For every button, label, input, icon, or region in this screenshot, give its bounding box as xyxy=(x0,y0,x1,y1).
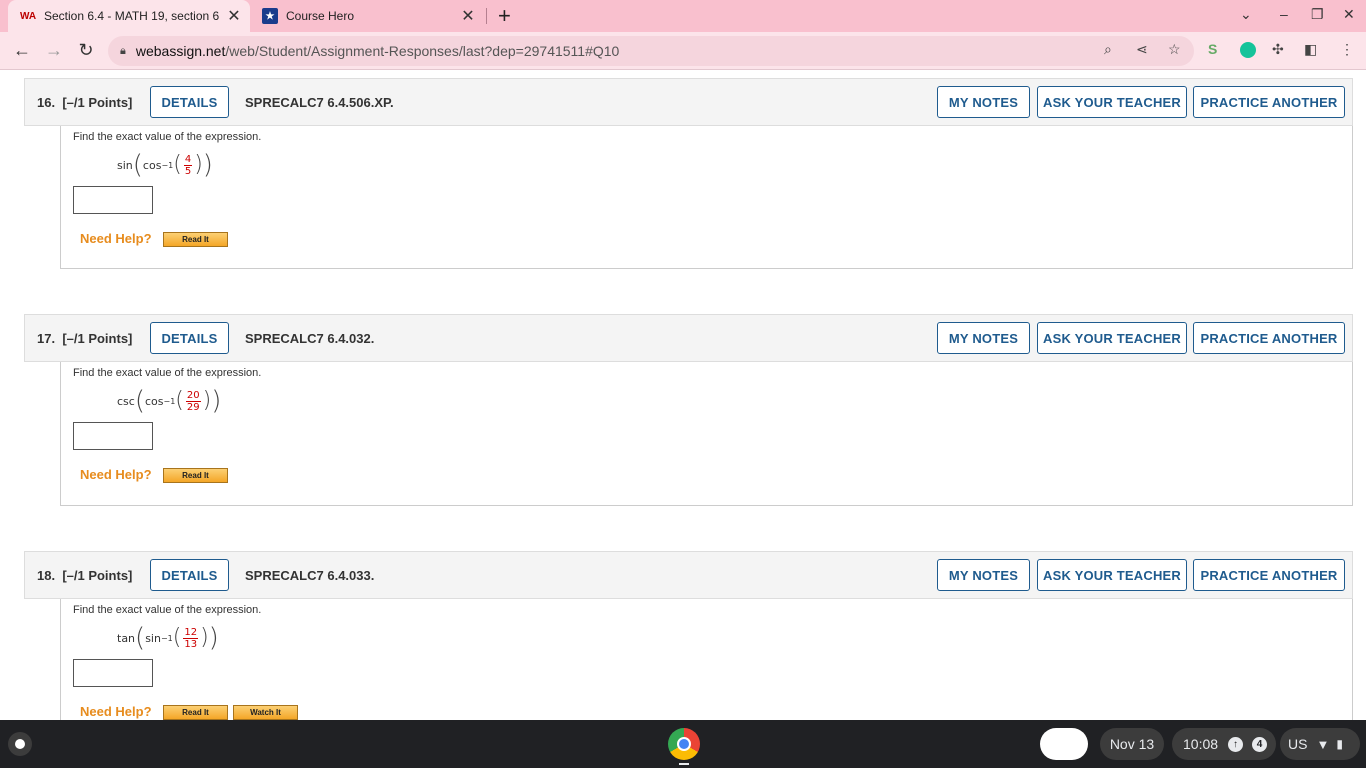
math-expression: tan(sin −1(12 13)) xyxy=(117,623,219,653)
question-body: Find the exact value of the expression. … xyxy=(60,362,1353,506)
tab-title: Section 6.4 - MATH 19, section 6 xyxy=(44,9,220,23)
inverse-exponent: −1 xyxy=(163,396,176,406)
question-code: SPRECALC7 6.4.032. xyxy=(245,331,375,346)
question-header: 16. [–/1 Points] DETAILS SPRECALC7 6.4.5… xyxy=(24,78,1353,126)
inner-function: sin xyxy=(145,631,161,645)
outer-function: sin xyxy=(117,158,133,172)
tab-title: Course Hero xyxy=(286,9,355,23)
question-prompt: Find the exact value of the expression. xyxy=(73,367,262,379)
ask-your-teacher-button[interactable]: ASK YOUR TEACHER xyxy=(1037,559,1187,591)
phone-hub-icon[interactable] xyxy=(1040,728,1088,760)
extension-s-icon[interactable]: S xyxy=(1208,41,1217,57)
details-button[interactable]: DETAILS xyxy=(150,559,229,591)
close-window-icon[interactable]: ✕ xyxy=(1343,6,1355,23)
inner-function: cos xyxy=(142,158,162,172)
outer-function: tan xyxy=(117,631,136,645)
course-hero-favicon-icon: ★ xyxy=(262,8,278,24)
address-bar[interactable]: 🔒︎ webassign.net/web/Student/Assignment-… xyxy=(108,36,1194,66)
question-header: 17. [–/1 Points] DETAILS SPRECALC7 6.4.0… xyxy=(24,314,1353,362)
tab-divider xyxy=(486,8,487,24)
inverse-exponent: −1 xyxy=(160,633,173,643)
forward-icon[interactable]: → xyxy=(42,40,66,61)
tab-search-icon[interactable]: ⌄ xyxy=(1240,6,1252,23)
question-body: Find the exact value of the expression. … xyxy=(60,599,1353,720)
fraction: 12 13 xyxy=(183,626,199,650)
question-code: SPRECALC7 6.4.033. xyxy=(245,568,375,583)
my-notes-button[interactable]: MY NOTES xyxy=(937,322,1030,354)
outer-function: csc xyxy=(117,394,135,408)
update-icon: ↑ xyxy=(1228,736,1244,752)
battery-icon: ▮ xyxy=(1336,737,1343,751)
minimize-icon[interactable]: – xyxy=(1280,6,1288,22)
input-method: US xyxy=(1288,736,1308,752)
reload-icon[interactable]: ↻ xyxy=(74,40,98,61)
share-icon[interactable]: ⋖ xyxy=(1136,41,1148,58)
browser-toolbar: ← → ↻ 🔒︎ webassign.net/web/Student/Assig… xyxy=(0,32,1366,70)
need-help-label: Need Help? xyxy=(80,704,152,719)
bookmark-star-icon[interactable]: ☆ xyxy=(1168,41,1181,58)
assignment-page: 16. [–/1 Points] DETAILS SPRECALC7 6.4.5… xyxy=(0,71,1366,720)
system-tray[interactable]: US ▼ ▮ xyxy=(1280,728,1360,760)
close-tab-icon[interactable]: ✕ xyxy=(458,6,478,26)
details-button[interactable]: DETAILS xyxy=(150,86,229,118)
os-shelf: Nov 13 10:08 ↑ 4 US ▼ ▮ xyxy=(0,720,1366,768)
url-host: webassign.net xyxy=(135,43,226,59)
my-notes-button[interactable]: MY NOTES xyxy=(937,86,1030,118)
answer-input[interactable] xyxy=(73,659,153,687)
fraction: 20 29 xyxy=(185,389,201,413)
ask-your-teacher-button[interactable]: ASK YOUR TEACHER xyxy=(1037,86,1187,118)
zoom-icon[interactable]: ⌕ xyxy=(1104,41,1112,58)
read-it-button[interactable]: Read It xyxy=(163,705,228,720)
inner-function: cos xyxy=(144,394,164,408)
url-path: /web/Student/Assignment-Responses/last?d… xyxy=(225,43,620,59)
lock-icon: 🔒︎ xyxy=(120,44,126,57)
question-number: 16. [–/1 Points] xyxy=(37,95,133,110)
tab-course-hero[interactable]: ★ Course Hero ✕ xyxy=(250,0,484,32)
read-it-button[interactable]: Read It xyxy=(163,232,228,247)
question-header: 18. [–/1 Points] DETAILS SPRECALC7 6.4.0… xyxy=(24,551,1353,599)
fraction: 45 xyxy=(183,153,193,177)
app-running-indicator xyxy=(679,763,689,765)
wifi-icon: ▼ xyxy=(1316,736,1330,752)
watch-it-button[interactable]: Watch It xyxy=(233,705,298,720)
question-body: Find the exact value of the expression. … xyxy=(60,126,1353,269)
restore-icon[interactable]: ❐ xyxy=(1311,6,1324,23)
grammarly-icon[interactable] xyxy=(1240,42,1256,58)
question-prompt: Find the exact value of the expression. xyxy=(73,604,262,616)
menu-kebab-icon[interactable]: ⋮ xyxy=(1340,41,1354,58)
practice-another-button[interactable]: PRACTICE ANOTHER xyxy=(1193,322,1345,354)
math-expression: csc(cos −1(20 29)) xyxy=(117,386,222,416)
practice-another-button[interactable]: PRACTICE ANOTHER xyxy=(1193,559,1345,591)
question-prompt: Find the exact value of the expression. xyxy=(73,131,262,143)
answer-input[interactable] xyxy=(73,422,153,450)
url-text: webassign.net/web/Student/Assignment-Res… xyxy=(136,43,619,59)
question-number: 17. [–/1 Points] xyxy=(37,331,133,346)
extensions-puzzle-icon[interactable]: ✣ xyxy=(1272,41,1284,58)
tab-webassign[interactable]: WA Section 6.4 - MATH 19, section 6 ✕ xyxy=(8,0,250,32)
side-panel-icon[interactable]: ◧ xyxy=(1304,41,1317,58)
practice-another-button[interactable]: PRACTICE ANOTHER xyxy=(1193,86,1345,118)
read-it-button[interactable]: Read It xyxy=(163,468,228,483)
need-help-label: Need Help? xyxy=(80,467,152,482)
math-expression: sin(cos −1(4 5)) xyxy=(117,150,213,180)
back-icon[interactable]: ← xyxy=(10,40,34,61)
question-number: 18. [–/1 Points] xyxy=(37,568,133,583)
my-notes-button[interactable]: MY NOTES xyxy=(937,559,1030,591)
need-help-label: Need Help? xyxy=(80,231,152,246)
ask-your-teacher-button[interactable]: ASK YOUR TEACHER xyxy=(1037,322,1187,354)
date-pill[interactable]: Nov 13 xyxy=(1100,728,1164,760)
close-tab-icon[interactable]: ✕ xyxy=(224,6,244,26)
chrome-app-icon[interactable] xyxy=(668,728,700,760)
launcher-icon[interactable] xyxy=(8,732,32,756)
details-button[interactable]: DETAILS xyxy=(150,322,229,354)
tab-strip: WA Section 6.4 - MATH 19, section 6 ✕ ★ … xyxy=(0,0,1366,32)
webassign-favicon-icon: WA xyxy=(19,10,37,22)
status-tray[interactable]: 10:08 ↑ 4 xyxy=(1172,728,1276,760)
question-code: SPRECALC7 6.4.506.XP. xyxy=(245,95,394,110)
clock: 10:08 xyxy=(1183,736,1219,752)
new-tab-button[interactable]: + xyxy=(498,3,511,29)
notification-count: 4 xyxy=(1252,736,1268,752)
inverse-exponent: −1 xyxy=(161,160,174,170)
answer-input[interactable] xyxy=(73,186,153,214)
